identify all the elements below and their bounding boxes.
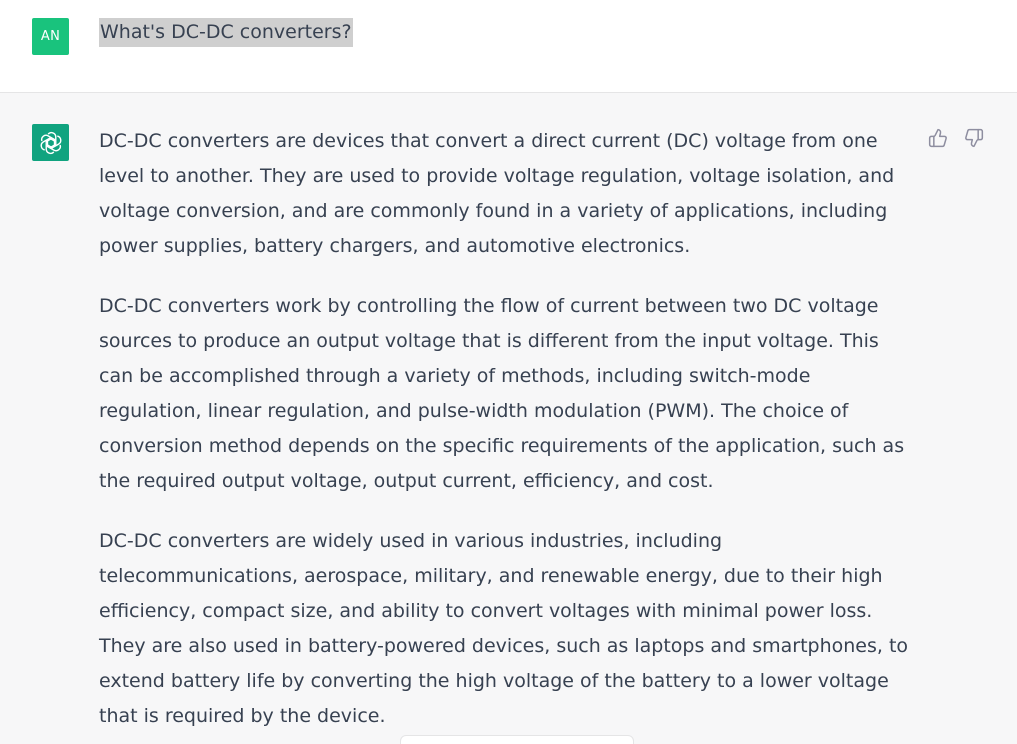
assistant-message-row: DC-DC converters are devices that conver… xyxy=(0,93,1017,744)
assistant-message-text: DC-DC converters are devices that conver… xyxy=(99,124,914,744)
thumbs-down-icon xyxy=(965,128,984,148)
user-avatar: AN xyxy=(32,18,69,55)
thumbs-up-icon xyxy=(928,128,947,148)
assistant-avatar xyxy=(32,124,69,161)
answer-paragraph-2: DC-DC converters work by controlling the… xyxy=(99,295,905,492)
user-message-row: AN What's DC-DC converters? xyxy=(0,0,1017,93)
regenerate-button-edge[interactable] xyxy=(400,735,634,744)
answer-paragraph-3: DC-DC converters are widely used in vari… xyxy=(99,530,909,727)
user-message-text: What's DC-DC converters? xyxy=(99,18,353,47)
answer-paragraph-1: DC-DC converters are devices that conver… xyxy=(99,130,895,257)
openai-logo-icon xyxy=(40,131,61,154)
thumbs-up-button[interactable] xyxy=(927,127,949,149)
thumbs-down-button[interactable] xyxy=(963,127,985,149)
user-avatar-initials: AN xyxy=(40,29,61,44)
feedback-buttons xyxy=(927,127,985,149)
